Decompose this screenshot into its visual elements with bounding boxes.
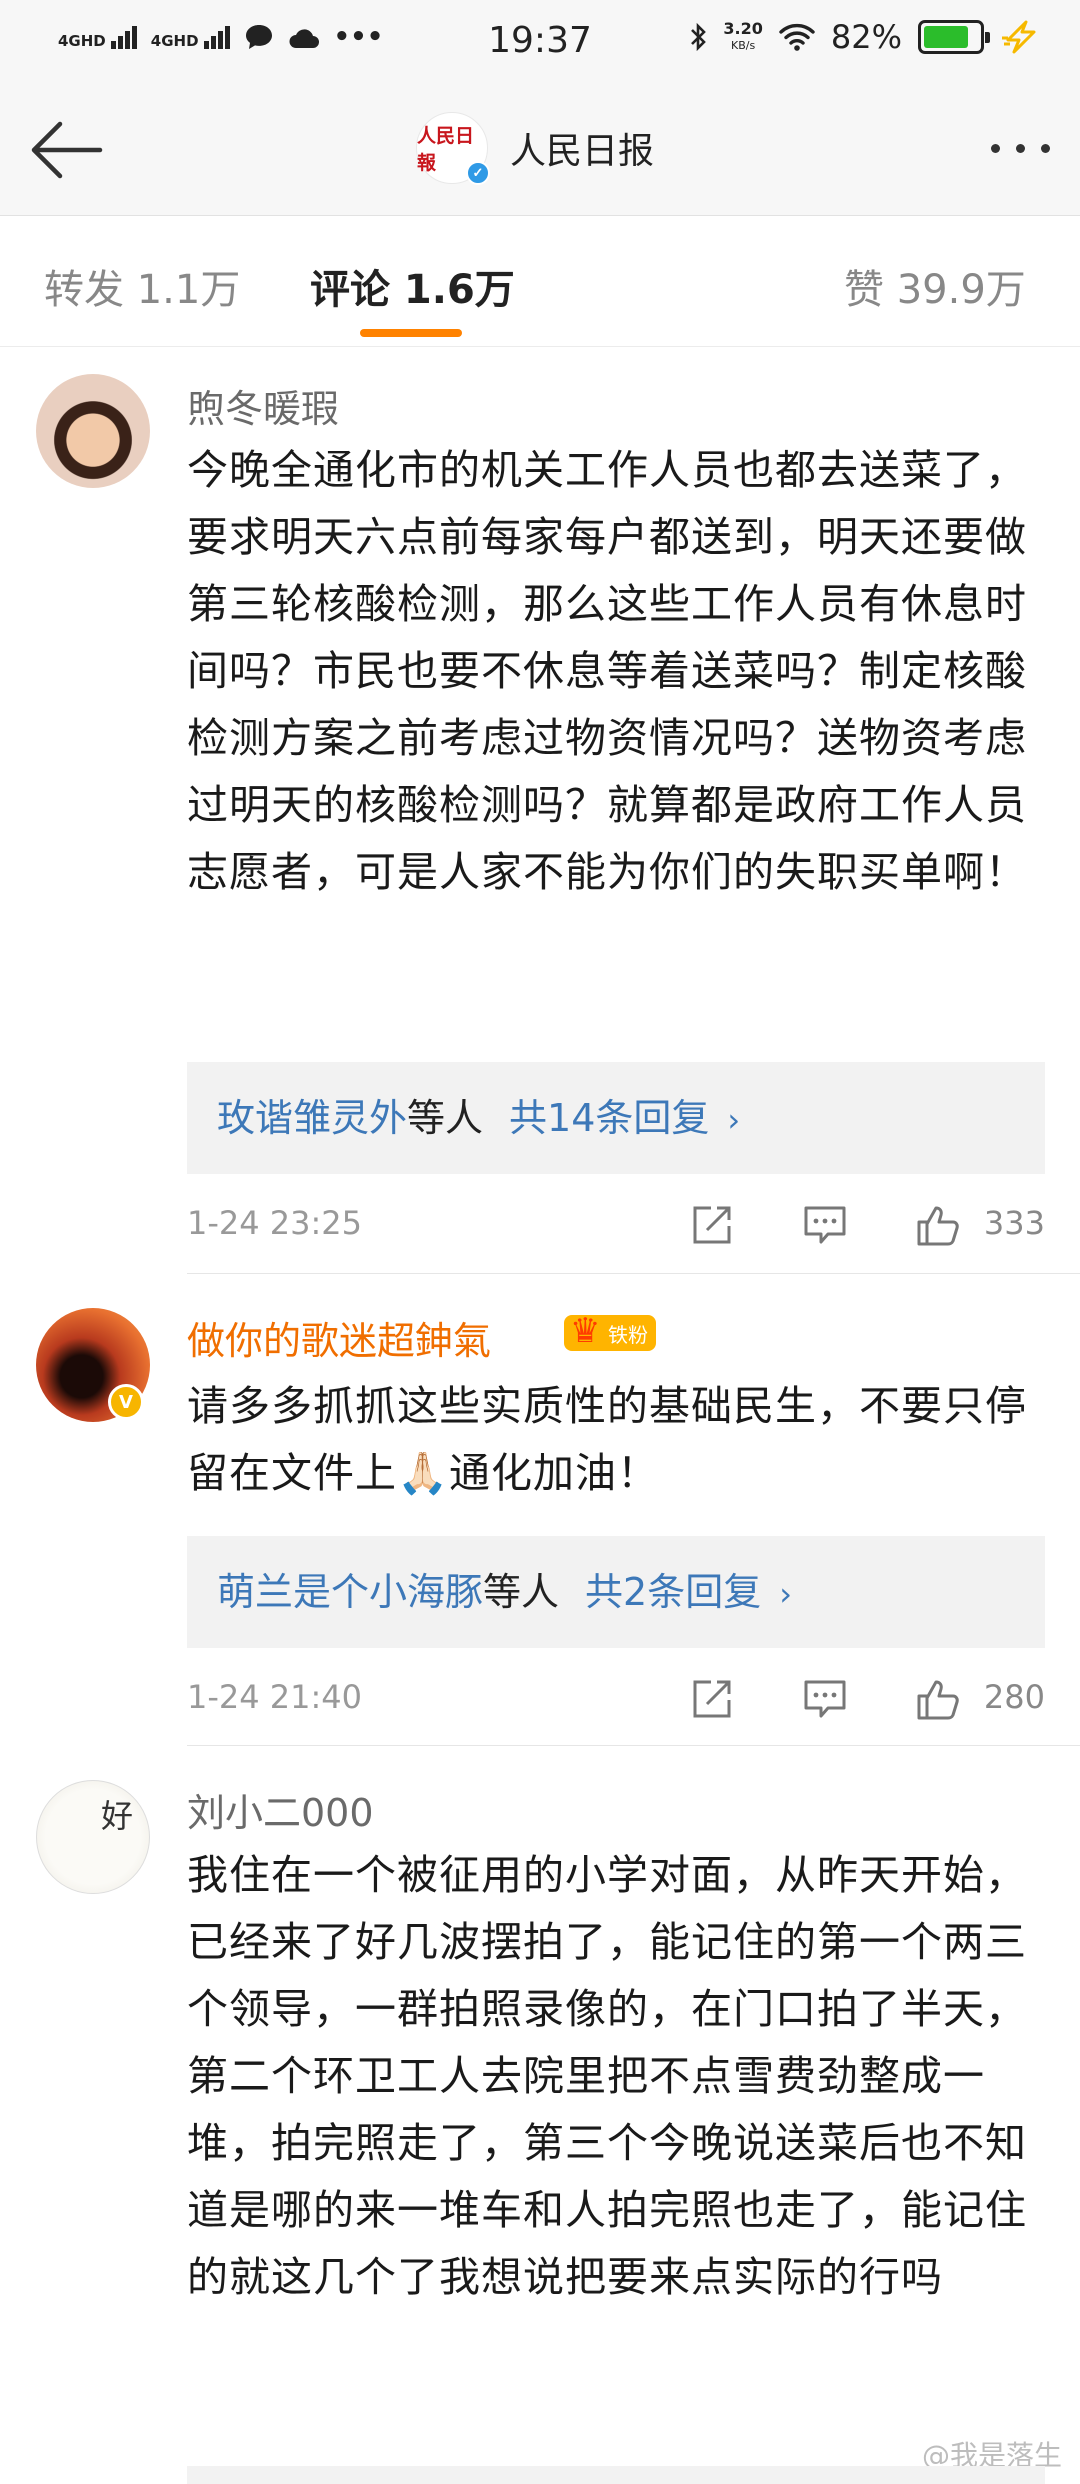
reply-icon[interactable] — [802, 1202, 848, 1248]
reply-user[interactable]: 玫谐雏灵外 — [217, 1096, 407, 1140]
bluetooth-icon — [691, 22, 707, 52]
reply-count[interactable]: 共14条回复 — [509, 1096, 709, 1140]
wifi-icon — [779, 23, 815, 51]
network-speed: 3.20 KB/s — [723, 19, 763, 52]
reply-suffix: 等人 — [407, 1096, 484, 1140]
comment-meta: 1-24 23:25 333 — [187, 1196, 1045, 1256]
verified-badge-icon: V — [108, 1384, 144, 1420]
comment-text: 请多多抓抓这些实质性的基础民生，不要只停留在文件上🙏🏻通化加油！ — [187, 1382, 1027, 1497]
avatar[interactable]: 好 — [36, 1780, 150, 1894]
tab-bar: 转发 1.1万 评论 1.6万 赞 39.9万 — [0, 217, 1080, 347]
badge-label: 铁粉 — [608, 1322, 648, 1347]
comment-meta: 1-24 21:40 280 — [187, 1670, 1045, 1730]
comment-time: 1-24 23:25 — [187, 1204, 363, 1242]
commenter-name[interactable]: 刘小二000 — [187, 1782, 374, 1837]
status-right: 3.20 KB/s 82% — [689, 18, 1040, 56]
commenter-name[interactable]: 煦冬暖瑕 — [187, 378, 339, 433]
reply-suffix: 等人 — [483, 1570, 560, 1614]
battery-level — [924, 26, 969, 48]
replies-preview[interactable]: 萌兰是个小海豚等人 共2条回复 › — [187, 1536, 1045, 1648]
battery-icon — [918, 20, 990, 54]
chevron-right-icon: › — [779, 1575, 793, 1613]
reply-count[interactable]: 共2条回复 — [585, 1570, 761, 1614]
share-icon[interactable] — [689, 1202, 735, 1248]
comment-text: 我住在一个被征用的小学对面，从昨天开始，已经来了好几波摆拍了，能记住的第一个两三… — [187, 1851, 1027, 2301]
divider — [187, 1273, 1080, 1274]
people-daily-logo: 人民日報 ✓ — [416, 112, 490, 185]
account-name: 人民日报 — [510, 131, 655, 172]
more-options-icon[interactable] — [991, 144, 1050, 153]
like-count: 280 — [983, 1678, 1045, 1716]
battery-percent: 82% — [830, 18, 902, 56]
divider — [187, 1745, 1080, 1746]
charging-icon — [1002, 20, 1036, 54]
account-header[interactable]: 人民日報 ✓ 人民日报 — [416, 112, 655, 185]
comment-time: 1-24 21:40 — [187, 1678, 363, 1716]
tab-repost[interactable]: 转发 1.1万 — [44, 257, 240, 315]
like-count: 333 — [983, 1204, 1045, 1242]
iron-fan-badge: 铁粉 — [564, 1311, 656, 1351]
chevron-right-icon: › — [727, 1101, 741, 1139]
like-icon[interactable] — [915, 1202, 961, 1248]
active-tab-indicator — [360, 329, 462, 337]
commenter-name[interactable]: 做你的歌迷超鉮氣 — [187, 1310, 491, 1365]
nav-bar: 人民日報 ✓ 人民日报 — [0, 84, 1080, 216]
back-arrow-icon[interactable] — [26, 118, 106, 182]
tab-comment[interactable]: 评论 1.6万 — [310, 257, 515, 315]
share-icon[interactable] — [689, 1676, 735, 1722]
verified-badge-icon: ✓ — [466, 161, 490, 185]
avatar[interactable] — [36, 374, 150, 488]
replies-preview[interactable]: 玫谐雏灵外等人 共14条回复 › — [187, 1062, 1045, 1174]
comment-text: 今晚全通化市的机关工作人员也都去送菜了，要求明天六点前每家每户都送到，明天还要做… — [187, 446, 1027, 896]
status-bar: 4GHD 4GHD ••• 19:37 3.20 KB/s 82% — [0, 0, 1080, 84]
next-replies-preview — [187, 2466, 1045, 2484]
tab-like[interactable]: 赞 39.9万 — [844, 257, 1026, 315]
reply-icon[interactable] — [802, 1676, 848, 1722]
reply-user[interactable]: 萌兰是个小海豚 — [217, 1570, 483, 1614]
avatar-char: 好 — [100, 1797, 133, 1835]
like-icon[interactable] — [915, 1676, 961, 1722]
